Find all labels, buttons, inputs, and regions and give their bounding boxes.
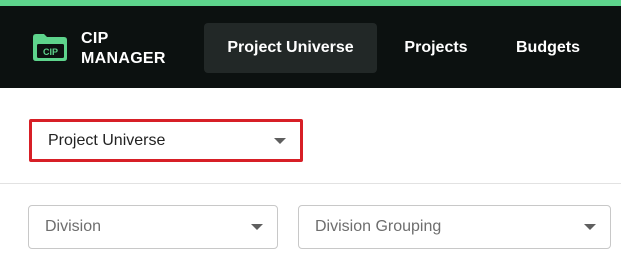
caret-down-icon bbox=[274, 137, 286, 144]
division-select[interactable]: Division bbox=[28, 205, 278, 249]
tab-project-universe[interactable]: Project Universe bbox=[204, 23, 377, 73]
logo-icon-text: CIP bbox=[43, 47, 58, 57]
cip-folder-icon: CIP bbox=[33, 34, 67, 61]
project-universe-select-value: Project Universe bbox=[48, 131, 166, 149]
division-grouping-select-placeholder: Division Grouping bbox=[315, 218, 442, 235]
section-divider bbox=[0, 183, 621, 184]
top-navbar: CIP CIP MANAGER Project Universe Project… bbox=[0, 6, 621, 88]
logo-line-1: CIP bbox=[81, 30, 109, 47]
app-logo-text: CIP MANAGER bbox=[81, 29, 166, 69]
caret-down-icon bbox=[584, 224, 596, 230]
division-select-placeholder: Division bbox=[45, 218, 102, 235]
tab-budgets[interactable]: Budgets bbox=[494, 23, 602, 73]
caret-down-icon bbox=[251, 224, 263, 230]
tab-projects[interactable]: Projects bbox=[384, 23, 488, 73]
logo-line-2: MANAGER bbox=[81, 50, 166, 67]
project-universe-select[interactable]: Project Universe bbox=[29, 119, 303, 162]
division-grouping-select[interactable]: Division Grouping bbox=[298, 205, 611, 249]
